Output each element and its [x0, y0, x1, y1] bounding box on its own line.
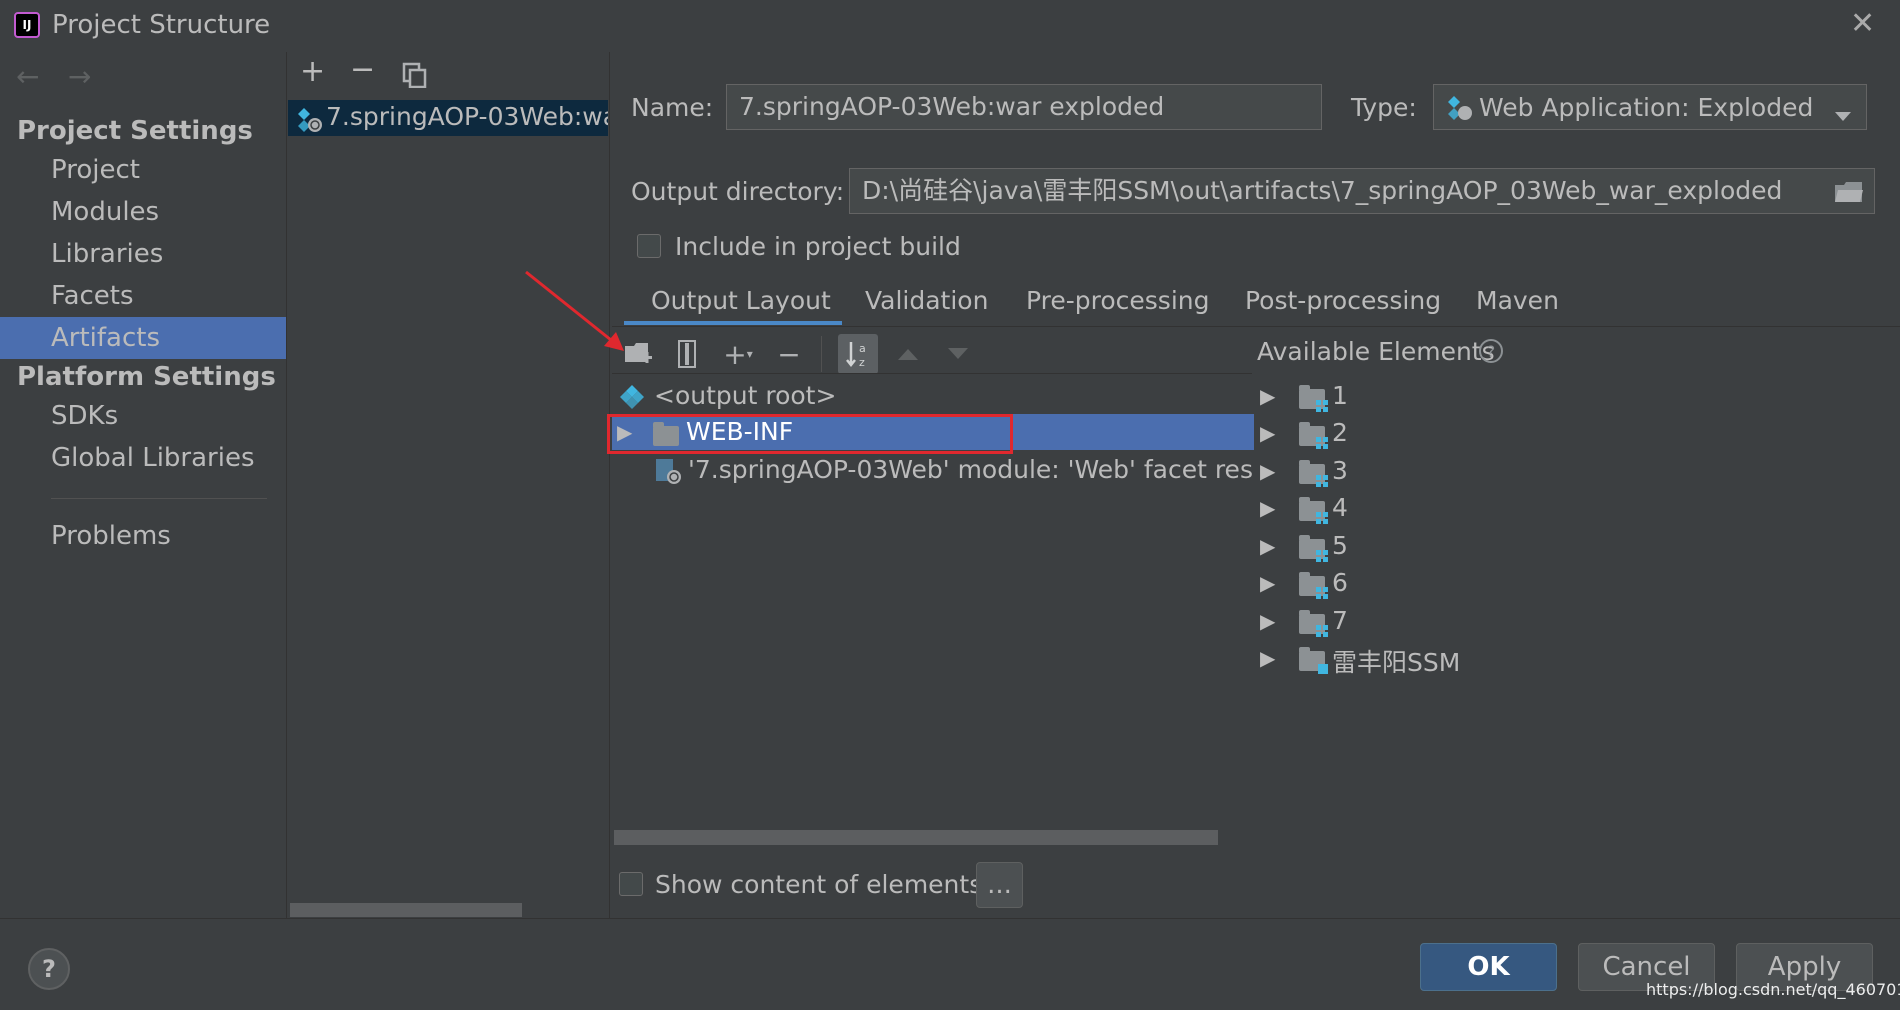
show-content-label: Show content of elements — [655, 870, 983, 899]
window-title: Project Structure — [52, 10, 271, 40]
nav-divider — [51, 498, 267, 499]
svg-text:a: a — [859, 342, 866, 355]
nav-item-modules[interactable]: Modules — [0, 191, 286, 233]
tree-item-output-root[interactable]: <output root> — [654, 381, 836, 410]
nav-item-problems[interactable]: Problems — [0, 515, 286, 557]
create-directory-icon[interactable] — [620, 336, 656, 372]
available-item[interactable]: 7 — [1332, 606, 1348, 635]
artifact-list-panel — [286, 52, 610, 918]
artifact-list-scrollbar[interactable] — [290, 903, 522, 917]
annotation-highlight-box — [607, 414, 1013, 454]
tab-post-processing[interactable]: Post-processing — [1245, 286, 1441, 315]
expand-triangle-icon[interactable]: ▶ — [1260, 646, 1275, 670]
include-in-build-checkbox[interactable] — [637, 234, 661, 258]
nav-item-facets[interactable]: Facets — [0, 275, 286, 317]
active-tab-indicator — [624, 321, 842, 325]
help-circle-icon[interactable]: ? — [1479, 339, 1503, 363]
tab-validation[interactable]: Validation — [865, 286, 988, 315]
expand-triangle-icon[interactable]: ▶ — [1260, 459, 1275, 483]
available-elements-header: Available Elements — [1257, 337, 1495, 366]
nav-item-project[interactable]: Project — [0, 149, 286, 191]
module-folder-icon — [1299, 460, 1328, 487]
web-artifact-icon — [1446, 94, 1474, 128]
available-item[interactable]: 2 — [1332, 418, 1348, 447]
module-folder-icon — [1299, 572, 1328, 599]
ok-button[interactable]: OK — [1420, 943, 1557, 991]
ellipsis-button[interactable]: ... — [976, 862, 1023, 908]
expand-triangle-icon[interactable]: ▶ — [1260, 534, 1275, 558]
type-label: Type: — [1351, 93, 1417, 122]
layout-tree-scrollbar[interactable] — [614, 830, 1218, 845]
tabs-divider — [612, 326, 1900, 327]
move-up-icon[interactable] — [890, 336, 926, 372]
close-icon[interactable]: ✕ — [1850, 6, 1875, 41]
name-label: Name: — [631, 93, 714, 122]
nav-item-global-libraries[interactable]: Global Libraries — [0, 437, 286, 479]
intellij-icon: IJ — [14, 12, 40, 38]
available-item[interactable]: 5 — [1332, 531, 1348, 560]
tab-output-layout[interactable]: Output Layout — [651, 286, 831, 315]
expand-triangle-icon[interactable]: ▶ — [1260, 571, 1275, 595]
back-arrow-icon[interactable]: ← — [16, 60, 39, 93]
nav-item-libraries[interactable]: Libraries — [0, 233, 286, 275]
toolbar-separator — [821, 336, 822, 372]
expand-triangle-icon[interactable]: ▶ — [1260, 421, 1275, 445]
expand-triangle-icon[interactable]: ▶ — [1260, 384, 1275, 408]
nav-item-sdks[interactable]: SDKs — [0, 395, 286, 437]
module-folder-icon — [1299, 422, 1328, 449]
module-folder-icon — [1299, 497, 1328, 524]
move-down-icon[interactable] — [940, 336, 976, 372]
remove-icon[interactable]: − — [350, 52, 375, 87]
bottom-divider — [0, 918, 1900, 919]
output-directory-label: Output directory: — [631, 177, 845, 206]
module-folder-icon — [1299, 647, 1328, 674]
platform-settings-header: Platform Settings — [17, 362, 276, 392]
project-settings-header: Project Settings — [17, 116, 253, 146]
available-item[interactable]: 雷丰阳SSM — [1332, 643, 1460, 679]
module-folder-icon — [1299, 610, 1328, 637]
add-copy-icon[interactable]: + ▾ — [720, 336, 756, 372]
artifact-label: 7.springAOP-03Web:war — [326, 102, 608, 131]
available-item[interactable]: 1 — [1332, 381, 1348, 410]
sort-az-icon[interactable]: az — [838, 334, 878, 374]
forward-arrow-icon[interactable]: → — [68, 60, 91, 93]
available-item[interactable]: 4 — [1332, 493, 1348, 522]
name-field[interactable]: 7.springAOP-03Web:war exploded — [726, 84, 1322, 130]
tab-maven[interactable]: Maven — [1476, 286, 1559, 315]
watermark-text: https://blog.csdn.net/qq_46070108 — [1646, 980, 1900, 999]
available-item[interactable]: 6 — [1332, 568, 1348, 597]
web-facet-icon — [655, 458, 683, 492]
show-content-checkbox[interactable] — [619, 872, 643, 896]
output-root-icon — [619, 384, 645, 416]
include-in-build-label: Include in project build — [675, 232, 961, 261]
title-bar — [0, 0, 1900, 52]
module-folder-icon — [1299, 535, 1328, 562]
create-archive-icon[interactable] — [669, 336, 705, 372]
expand-triangle-icon[interactable]: ▶ — [1260, 609, 1275, 633]
nav-item-artifacts[interactable]: Artifacts — [0, 317, 286, 359]
output-directory-field[interactable]: D:\尚硅谷\java\雷丰阳SSM\out\artifacts\7_sprin… — [849, 168, 1875, 214]
expand-triangle-icon[interactable]: ▶ — [1260, 496, 1275, 520]
tab-pre-processing[interactable]: Pre-processing — [1026, 286, 1210, 315]
remove-element-icon[interactable]: − — [771, 336, 807, 372]
chevron-down-icon[interactable] — [1834, 100, 1852, 129]
tree-item-facet-resources[interactable]: '7.springAOP-03Web' module: 'Web' facet … — [688, 455, 1253, 484]
available-item[interactable]: 3 — [1332, 456, 1348, 485]
type-value: Web Application: Exploded — [1479, 93, 1814, 122]
web-artifact-icon — [296, 106, 324, 140]
add-icon[interactable]: + — [300, 54, 325, 89]
copy-icon[interactable] — [402, 62, 428, 94]
annotation-arrow — [525, 270, 624, 351]
folder-open-icon[interactable] — [1834, 180, 1864, 209]
toolbar-divider — [612, 373, 1252, 374]
svg-text:z: z — [859, 356, 865, 368]
help-button[interactable]: ? — [28, 948, 70, 990]
module-folder-icon — [1299, 385, 1328, 412]
